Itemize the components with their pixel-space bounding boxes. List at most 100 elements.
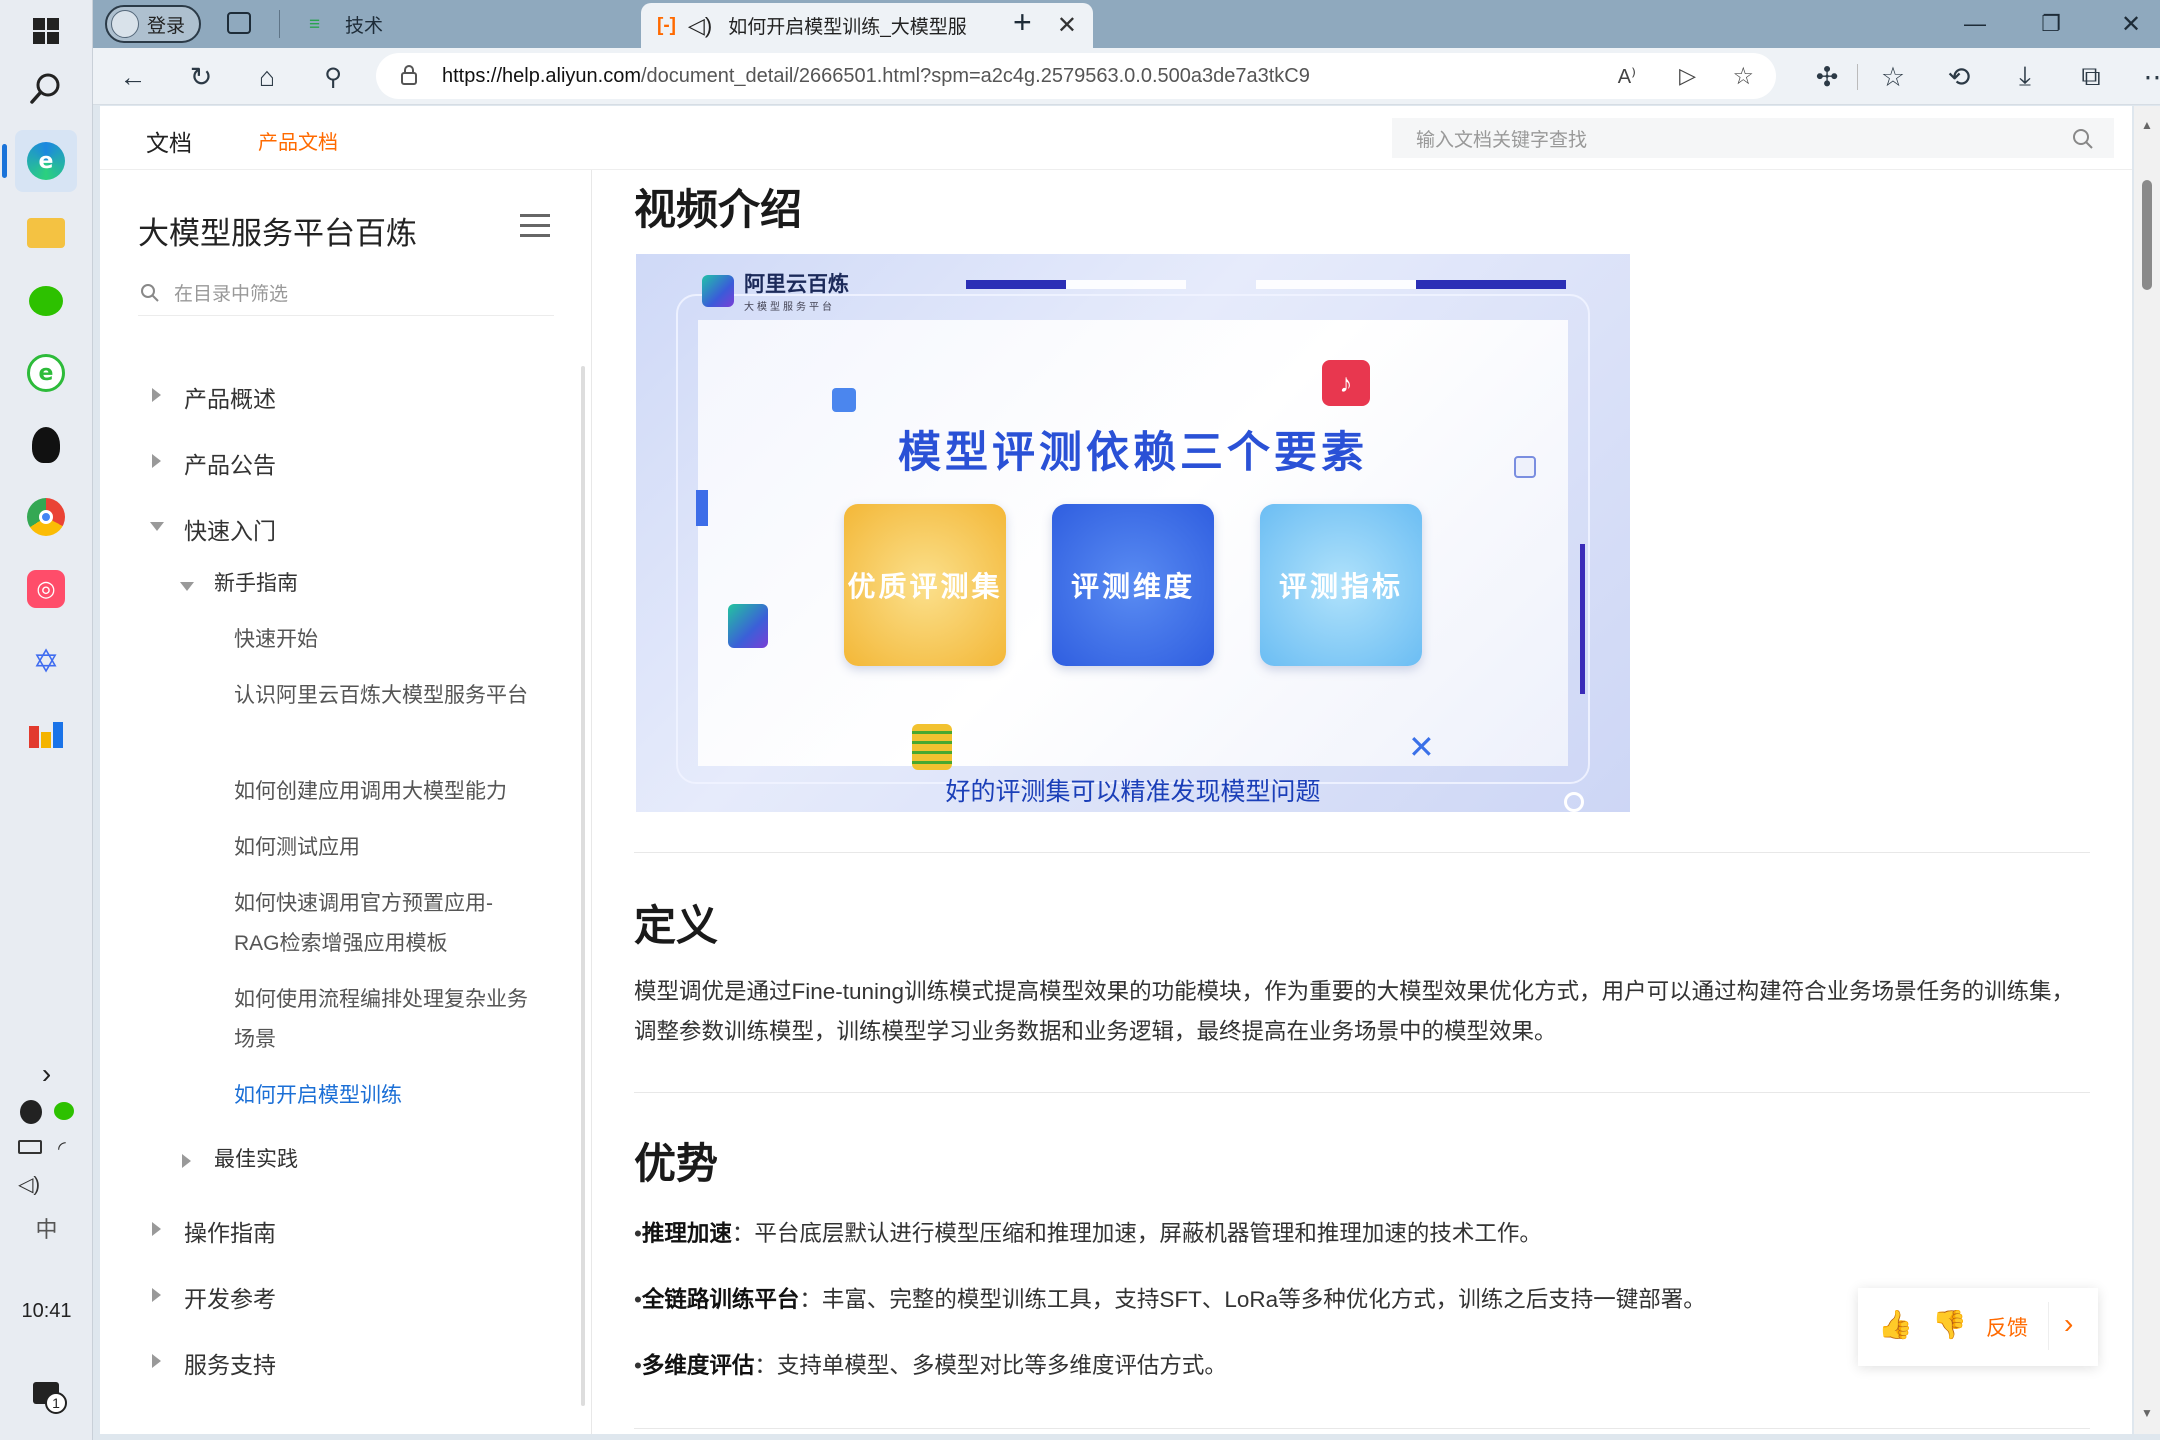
expand-arrow-icon[interactable] xyxy=(152,388,161,402)
screenshot-icon[interactable]: ⧉ xyxy=(2071,57,2111,97)
volume-icon[interactable]: ◁) xyxy=(18,1172,40,1197)
intro-video-player[interactable]: 阿里云百炼 大模型服务平台 ♪ ✕ 模型评测依赖三个要素 优质评测集 评测维度 … xyxy=(636,254,1630,812)
wifi-icon[interactable]: ◜ xyxy=(58,1136,66,1161)
wechat-button[interactable] xyxy=(15,270,77,332)
back-arrow-icon[interactable]: ← xyxy=(113,57,153,97)
sidebar-item-test-app[interactable]: 如何测试应用 xyxy=(234,828,534,868)
sidebar-item-operations[interactable]: 操作指南 xyxy=(184,1214,276,1248)
chevron-right-icon[interactable]: › xyxy=(2064,1308,2073,1340)
photo-app-icon: ◎ xyxy=(27,570,65,608)
advantage-title: 多维度评估 xyxy=(641,1353,755,1378)
scroll-down-arrow-icon[interactable]: ▼ xyxy=(2141,1406,2153,1420)
expand-arrow-icon[interactable] xyxy=(152,1222,161,1236)
expand-arrow-icon[interactable] xyxy=(152,1288,161,1302)
nav-docs-link[interactable]: 文档 xyxy=(146,124,192,158)
advantage-title: 全链路训练平台 xyxy=(641,1287,800,1312)
more-menu-icon[interactable]: ⋯ xyxy=(2137,57,2160,97)
logo-name: 阿里云百炼 xyxy=(744,273,849,296)
sidebar-scrollbar[interactable] xyxy=(581,366,585,1406)
tab-actions-icon[interactable] xyxy=(227,12,251,34)
collapse-arrow-icon[interactable] xyxy=(150,522,164,531)
page-scrollbar[interactable]: ▲ ▼ xyxy=(2134,106,2160,1434)
chart-app-button[interactable] xyxy=(15,702,77,764)
sidebar-item-workflow[interactable]: 如何使用流程编排处理复杂业务场景 xyxy=(234,980,534,1060)
refresh-icon[interactable]: ↻ xyxy=(181,57,221,97)
extensions-puzzle-icon[interactable]: ✣ xyxy=(1807,57,1847,97)
thumbs-down-icon[interactable]: 👎 xyxy=(1932,1308,1967,1341)
edge-taskbar-button[interactable]: e xyxy=(2,130,77,192)
sidebar-item-create-app[interactable]: 如何创建应用调用大模型能力 xyxy=(234,772,534,812)
sidebar-filter-input[interactable]: 在目录中筛选 xyxy=(138,270,554,316)
read-aloud-icon[interactable]: A⁾ xyxy=(1618,64,1636,89)
clock[interactable]: 10:41 xyxy=(0,1300,93,1323)
doc-search-input[interactable]: 输入文档关键字查找 xyxy=(1392,118,2114,158)
lock-icon[interactable] xyxy=(400,65,418,85)
avatar-icon xyxy=(111,10,139,38)
close-window-button[interactable]: ✕ xyxy=(2103,4,2159,44)
sidebar-item-model-training[interactable]: 如何开启模型训练 xyxy=(234,1076,534,1116)
sidebar-item-rag-template[interactable]: 如何快速调用官方预置应用-RAG检索增强应用模板 xyxy=(234,884,534,964)
thumbs-up-icon[interactable]: 👍 xyxy=(1878,1308,1913,1341)
feedback-divider xyxy=(2048,1302,2049,1350)
new-tab-button[interactable]: + xyxy=(1013,4,1032,41)
show-hidden-icons-chevron-icon[interactable]: › xyxy=(0,1058,93,1090)
definition-heading: 定义 xyxy=(634,902,719,949)
search-icon[interactable] xyxy=(2072,128,2094,150)
deco-bar xyxy=(696,490,708,526)
history-icon[interactable]: ⟲ xyxy=(1939,57,1979,97)
address-bar[interactable]: https://help.aliyun.com/document_detail/… xyxy=(376,53,1776,99)
ime-indicator[interactable]: 中 xyxy=(0,1212,93,1244)
minimize-button[interactable]: — xyxy=(1947,4,2003,44)
qq-tray-icon[interactable] xyxy=(20,1100,42,1124)
feedback-button[interactable]: 反馈 xyxy=(1986,1312,2028,1342)
menu-hamburger-icon[interactable] xyxy=(520,214,550,244)
chrome-button[interactable] xyxy=(15,486,77,548)
favorites-icon[interactable]: ☆ xyxy=(1873,57,1913,97)
profile-button[interactable]: 登录 xyxy=(105,5,201,43)
sidebar-item-best-practice[interactable]: 最佳实践 xyxy=(214,1140,514,1180)
downloads-icon[interactable]: ⤓ xyxy=(2005,57,2045,97)
sidebar-item-quickstart[interactable]: 快速入门 xyxy=(184,512,276,546)
scroll-up-arrow-icon[interactable]: ▲ xyxy=(2141,118,2153,132)
bar-chart-app-icon xyxy=(29,722,63,748)
cube-3d-icon xyxy=(728,604,768,648)
bailian-cube-icon xyxy=(702,274,734,307)
favorite-star-icon[interactable]: ☆ xyxy=(1732,62,1754,91)
expand-arrow-icon[interactable] xyxy=(152,454,161,468)
close-tab-icon[interactable]: ✕ xyxy=(1057,11,1077,40)
star-app-button[interactable]: ✡ xyxy=(15,630,77,692)
notification-icon[interactable]: 1 xyxy=(33,1382,67,1414)
definition-text: 模型调优是通过Fine-tuning训练模式提高模型效果的功能模块，作为重要的大… xyxy=(634,979,2075,1044)
ie-browser-button[interactable]: e xyxy=(15,342,77,404)
search-button[interactable] xyxy=(15,58,77,120)
wechat-tray-icon[interactable] xyxy=(54,1102,74,1120)
collapse-arrow-icon[interactable] xyxy=(180,582,194,591)
sidebar-item-beginner-guide[interactable]: 新手指南 xyxy=(214,564,514,604)
edge-icon: e xyxy=(27,142,65,180)
restore-button[interactable]: ❐ xyxy=(2023,4,2079,44)
sidebar-item-quick-start[interactable]: 快速开始 xyxy=(234,620,534,660)
star-app-icon: ✡ xyxy=(32,642,60,680)
start-button[interactable] xyxy=(15,0,77,62)
file-explorer-button[interactable] xyxy=(15,202,77,264)
sidebar-item-announcements[interactable]: 产品公告 xyxy=(184,446,276,480)
photo-app-button[interactable]: ◎ xyxy=(15,558,77,620)
home-icon[interactable]: ⌂ xyxy=(247,57,287,97)
expand-arrow-icon[interactable] xyxy=(182,1154,191,1168)
bailian-logo: 阿里云百炼 大模型服务平台 xyxy=(702,268,849,313)
app-available-icon[interactable]: ▷ xyxy=(1679,63,1696,89)
expand-arrow-icon[interactable] xyxy=(152,1354,161,1368)
speaker-icon[interactable]: ◁) xyxy=(688,13,712,39)
nav-product-docs-link[interactable]: 产品文档 xyxy=(258,126,338,155)
battery-icon[interactable] xyxy=(18,1140,42,1154)
sidebar-item-dev-reference[interactable]: 开发参考 xyxy=(184,1280,276,1314)
search-icon[interactable]: ⚲ xyxy=(313,57,353,97)
video-slide-title: 模型评测依赖三个要素 xyxy=(898,429,1368,477)
sidebar-item-know-bailian[interactable]: 认识阿里云百炼大模型服务平台 xyxy=(234,676,534,716)
sidebar-item-overview[interactable]: 产品概述 xyxy=(184,380,276,414)
wechat-icon xyxy=(29,286,63,316)
sidebar-item-support[interactable]: 服务支持 xyxy=(184,1346,276,1380)
doc-sidebar: 大模型服务平台百炼 在目录中筛选 产品概述 产品公告 快速入门 新手指南 快速开… xyxy=(100,170,592,1434)
qq-button[interactable] xyxy=(15,414,77,476)
scrollbar-thumb[interactable] xyxy=(2142,180,2152,290)
